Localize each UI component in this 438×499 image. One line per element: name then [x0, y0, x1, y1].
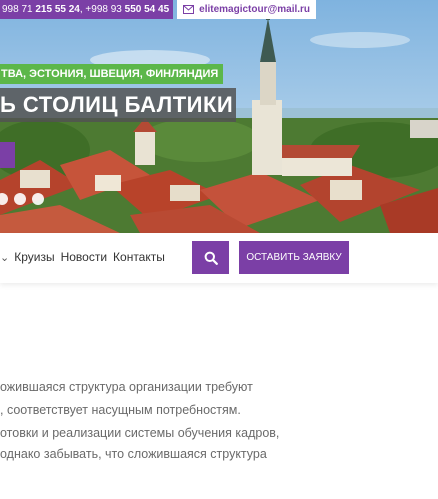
submit-request-button[interactable]: ОСТАВИТЬ ЗАЯВКУ	[239, 241, 349, 274]
hero-banner: 998 71 215 55 24, +998 93 550 54 45 elit…	[0, 0, 438, 233]
phone-2-number: 550 54 45	[124, 4, 170, 15]
phone-numbers[interactable]: 998 71 215 55 24, +998 93 550 54 45	[0, 0, 174, 19]
nav-item-cruises[interactable]: Круизы	[14, 250, 54, 264]
text-line: ожившаяся структура организации требуют	[0, 380, 253, 394]
text-line: , соответствует насущным потребностям.	[0, 403, 241, 417]
nav-menu: ⌄ Круизы Новости Контакты	[0, 250, 171, 264]
slider-dot[interactable]	[0, 193, 8, 205]
hero-tagline: ТВА, ЭСТОНИЯ, ШВЕЦИЯ, ФИНЛЯНДИЯ	[0, 64, 224, 84]
nav-item-contacts[interactable]: Контакты	[113, 250, 165, 264]
contact-bar: 998 71 215 55 24, +998 93 550 54 45 elit…	[0, 0, 317, 19]
chevron-down-icon[interactable]: ⌄	[0, 251, 9, 264]
search-button[interactable]	[192, 241, 229, 274]
text-line: отовки и реализации системы обучения кад…	[0, 426, 280, 440]
envelope-icon	[183, 5, 195, 14]
slider-dot[interactable]	[32, 193, 44, 205]
slider-dot[interactable]	[14, 193, 26, 205]
email-link[interactable]: elitemagictour@mail.ru	[177, 0, 317, 19]
hero-cta-button[interactable]	[0, 142, 15, 168]
phone-2-prefix: , +998 93	[79, 4, 125, 15]
text-line: однако забывать, что сложившаяся структу…	[0, 447, 267, 461]
phone-1-number: 215 55 24	[35, 4, 80, 15]
hero-headline: Ь СТОЛИЦ БАЛТИКИ	[0, 88, 237, 122]
nav-item-news[interactable]: Новости	[61, 250, 107, 264]
email-address: elitemagictour@mail.ru	[199, 4, 311, 15]
search-icon	[204, 251, 218, 265]
slider-dots	[0, 193, 44, 205]
phone-1-prefix: 998 71	[2, 4, 36, 15]
